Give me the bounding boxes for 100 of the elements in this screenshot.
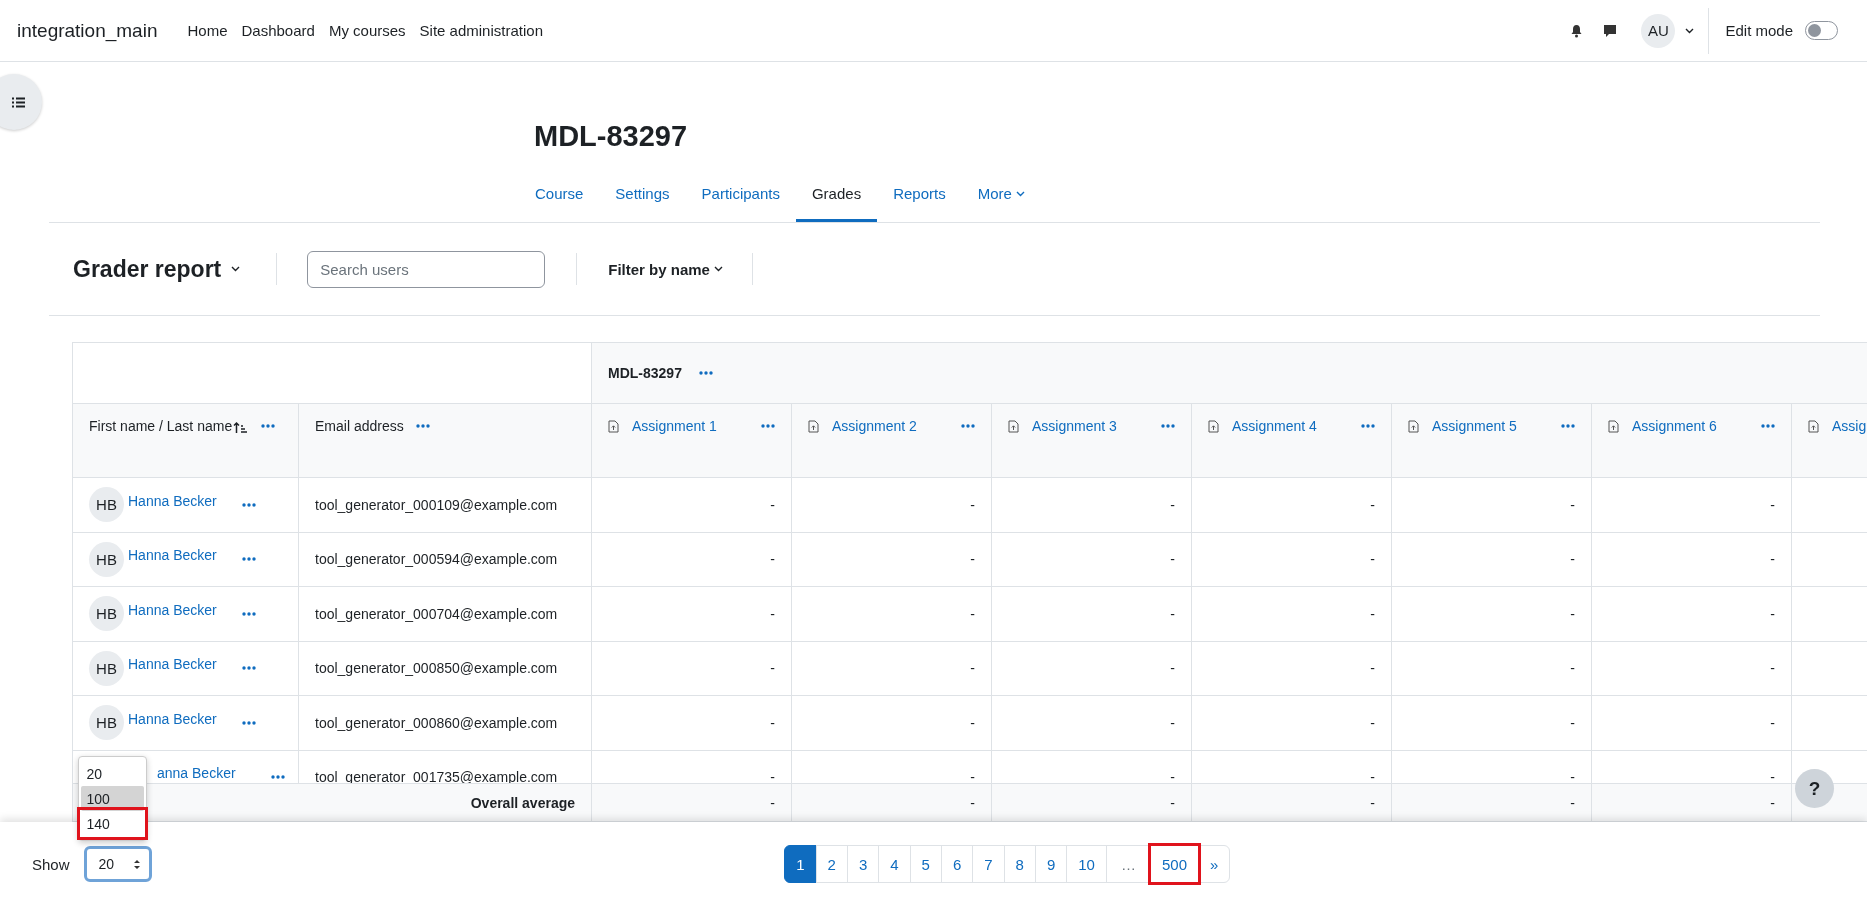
list-icon (11, 96, 25, 108)
grade-value: - (1570, 660, 1575, 677)
grade-value: - (770, 714, 775, 731)
email-text: tool_generator_000594@example.com (315, 551, 558, 568)
course-tab[interactable]: More (961, 170, 1041, 222)
user-name-link[interactable]: Hanna Becker (128, 710, 223, 727)
bell-icon[interactable] (1569, 23, 1583, 38)
caret-icon (713, 266, 723, 272)
more-icon[interactable] (415, 424, 430, 428)
nav-link[interactable]: Dashboard (241, 22, 315, 39)
edit-mode-label: Edit mode (1725, 22, 1793, 39)
grade-value: - (1370, 605, 1375, 622)
chat-icon[interactable] (1603, 23, 1618, 38)
user-avatar: HB (89, 650, 124, 686)
more-icon[interactable] (261, 424, 276, 428)
user-name-link[interactable]: Hanna Becker (128, 601, 223, 618)
document-icon (1208, 419, 1219, 433)
course-tab[interactable]: Reports (877, 170, 962, 222)
grade-value: - (1770, 605, 1775, 622)
page-link[interactable]: 5 (909, 845, 942, 883)
more-icon[interactable] (1561, 424, 1575, 428)
grade-value: - (1370, 794, 1375, 811)
assignment-link[interactable]: Assignment 4 (1232, 418, 1317, 434)
user-name-link[interactable]: Hanna Becker (128, 656, 223, 673)
page-link[interactable]: 10 (1066, 845, 1107, 883)
listbox-option[interactable]: 100 (80, 786, 144, 811)
grade-value: - (970, 496, 975, 513)
grade-value: - (1170, 769, 1175, 784)
more-icon[interactable] (961, 424, 975, 428)
grade-value: - (1570, 769, 1575, 784)
search-field[interactable]: Search users (307, 250, 546, 288)
more-icon[interactable] (271, 775, 285, 780)
page-size-select[interactable]: 20 (83, 846, 152, 882)
page-link[interactable]: 7 (972, 845, 1005, 883)
user-name-link[interactable]: anna Becker (157, 765, 252, 782)
assignment-link[interactable]: Assig (1832, 418, 1867, 434)
grade-value: - (770, 605, 775, 622)
grade-value: - (1170, 794, 1175, 811)
grade-value: - (1370, 714, 1375, 731)
user-name-link[interactable]: Hanna Becker (128, 492, 223, 509)
more-icon[interactable] (698, 371, 713, 375)
caret-icon (231, 266, 241, 272)
assignment-link[interactable]: Assignment 6 (1632, 418, 1717, 434)
document-icon (808, 419, 819, 433)
document-icon (1608, 419, 1619, 433)
more-icon[interactable] (242, 557, 256, 562)
more-icon[interactable] (761, 424, 775, 428)
page-link[interactable]: 500 (1149, 845, 1199, 883)
grade-value: - (1170, 551, 1175, 568)
email-text: tool_generator_000860@example.com (315, 714, 558, 731)
more-icon[interactable] (242, 666, 256, 671)
user-avatar: HB (89, 705, 124, 741)
course-title: MDL-83297 (534, 119, 689, 154)
assignment-link[interactable]: Assignment 3 (1032, 418, 1117, 434)
edit-mode-switch[interactable] (1805, 21, 1838, 40)
grade-value: - (970, 769, 975, 784)
more-icon[interactable] (242, 611, 256, 616)
page-link[interactable]: 8 (1003, 845, 1036, 883)
report-selector[interactable]: Grader report (73, 255, 241, 283)
grade-value: - (1170, 660, 1175, 677)
nav-link[interactable]: My courses (328, 22, 406, 39)
site-name[interactable]: integration_main (17, 19, 158, 42)
column-header-label: Email address (315, 418, 404, 434)
caret-icon (1685, 27, 1695, 34)
grade-value: - (1770, 551, 1775, 568)
nav-link[interactable]: Home (187, 22, 228, 39)
page-link[interactable]: 1 (784, 845, 817, 883)
grade-value: - (1370, 551, 1375, 568)
user-avatar: HB (89, 596, 124, 632)
assignment-link[interactable]: Assignment 5 (1432, 418, 1517, 434)
grade-value: - (1370, 660, 1375, 677)
grade-value: - (770, 551, 775, 568)
course-tab[interactable]: Participants (685, 170, 796, 222)
average-label: Overall average (470, 794, 575, 811)
assignment-link[interactable]: Assignment 2 (832, 418, 917, 434)
document-icon (1008, 419, 1019, 433)
more-icon[interactable] (242, 502, 256, 507)
course-tab[interactable]: Course (519, 170, 600, 222)
page-link[interactable]: 4 (878, 845, 911, 883)
filter-dropdown[interactable]: Filter by name (608, 260, 723, 278)
more-icon[interactable] (1161, 424, 1175, 428)
nav-link[interactable]: Site administration (419, 22, 543, 39)
grade-value: - (1170, 605, 1175, 622)
sort-icon[interactable] (233, 420, 248, 434)
column-header-label[interactable]: First name / Last name (89, 418, 233, 434)
more-icon[interactable] (1361, 424, 1375, 428)
course-tab[interactable]: Settings (599, 170, 686, 222)
more-icon[interactable] (1761, 424, 1775, 428)
assignment-link[interactable]: Assignment 1 (632, 418, 717, 434)
page-link[interactable]: 2 (815, 845, 848, 883)
grade-value: - (1570, 551, 1575, 568)
grade-value: - (1770, 660, 1775, 677)
drawer-toggle-button[interactable] (0, 74, 42, 130)
email-text: tool_generator_000704@example.com (315, 605, 558, 622)
grade-value: - (1370, 496, 1375, 513)
user-avatar[interactable]: AU (1641, 13, 1676, 48)
more-icon[interactable] (242, 720, 256, 725)
user-name-link[interactable]: Hanna Becker (128, 547, 223, 564)
grade-value: - (970, 714, 975, 731)
document-icon (1808, 419, 1819, 433)
